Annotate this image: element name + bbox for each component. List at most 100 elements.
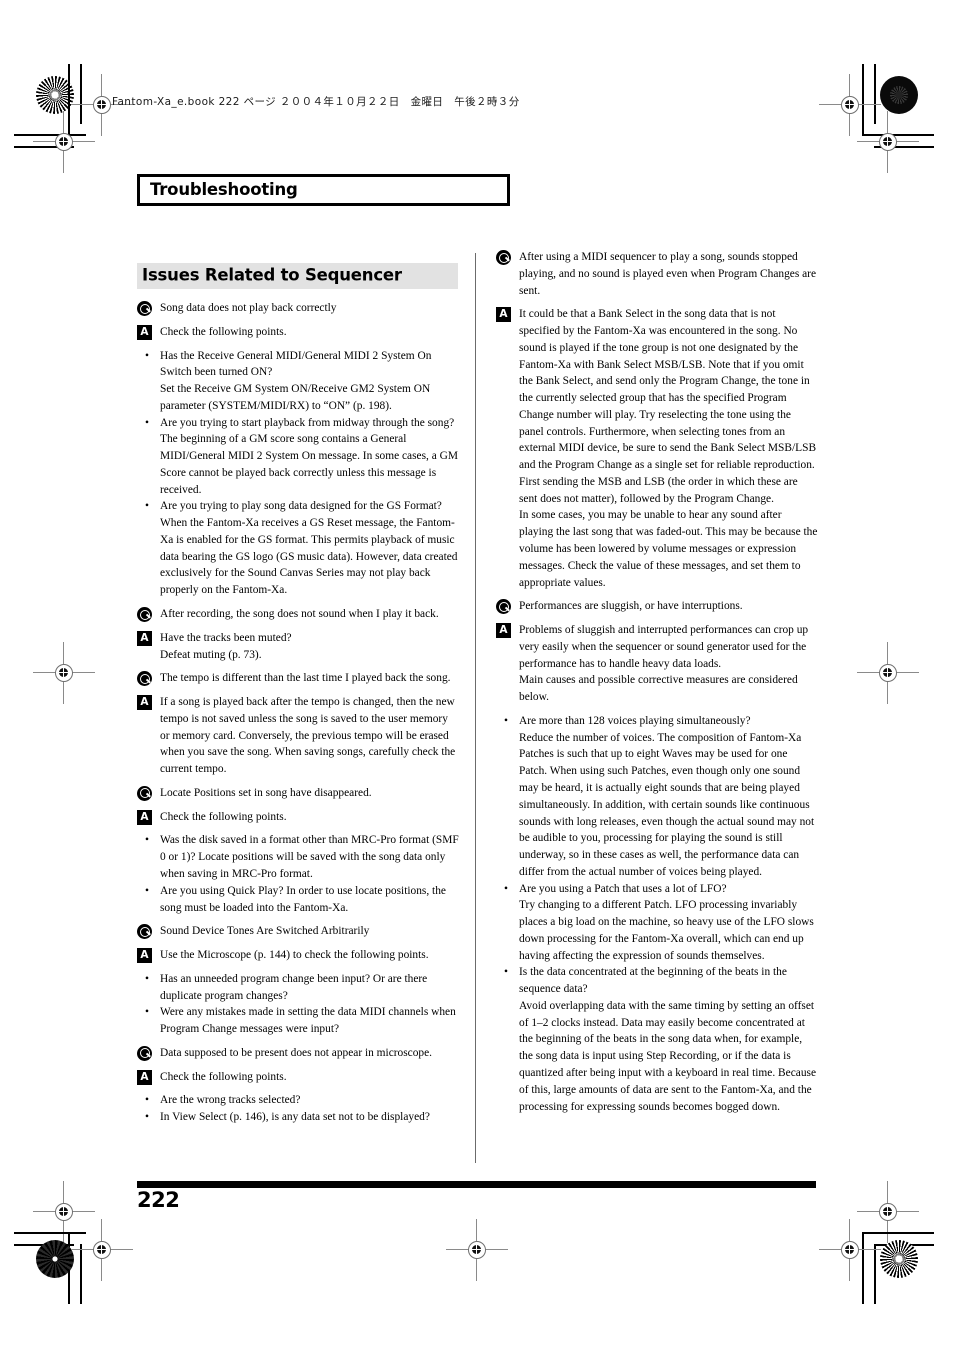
bullet-body-text: Reduce the number of voices. The composi…: [519, 731, 815, 878]
question-badge-icon: [137, 924, 152, 940]
question-text: Sound Device Tones Are Switched Arbitrar…: [160, 925, 370, 938]
question-badge-icon: [137, 671, 152, 687]
footer-rule: [137, 1181, 816, 1188]
question-text: Data supposed to be present does not app…: [160, 1046, 433, 1059]
bullet-body-text: Avoid overlapping data with the same tim…: [519, 999, 816, 1113]
bullet-item: • Has the Receive General MIDI/General MI…: [137, 348, 459, 415]
answer-block: A If a song is played back after the temp…: [137, 694, 459, 778]
answer-text: Use the Microscope (p. 144) to check the…: [160, 949, 429, 962]
bullet-item: • Were any mistakes made in setting the d…: [137, 1004, 459, 1038]
bullet-glyph-icon: •: [145, 834, 149, 847]
column-divider: [475, 253, 476, 1163]
bullet-glyph-icon: •: [145, 416, 149, 429]
section-title-band: Issues Related to Sequencer: [137, 263, 458, 289]
bullet-item: • Are the wrong tracks selected?: [137, 1092, 459, 1109]
section-title: Issues Related to Sequencer: [142, 265, 402, 285]
bullet-list: • Are more than 128 voices playing simult…: [496, 713, 818, 1115]
answer-badge-icon: A: [137, 809, 152, 825]
answer-text: Have the tracks been muted?: [160, 631, 292, 644]
question-badge-icon: [496, 599, 511, 615]
question-text: After using a MIDI sequencer to play a s…: [519, 251, 817, 297]
bullet-body-text: The beginning of a GM score song contain…: [160, 433, 458, 496]
bullet-glyph-icon: •: [504, 966, 508, 979]
question-text: After recording, the song does not sound…: [160, 608, 439, 621]
answer-block: A It could be that a Bank Select in the s…: [496, 306, 818, 591]
bullet-item: • Are you trying to start playback from m…: [137, 415, 459, 499]
bullet-heading-text: Was the disk saved in a format other tha…: [160, 834, 459, 880]
bullet-body-text: Try changing to a different Patch. LFO p…: [519, 899, 814, 962]
bullet-glyph-icon: •: [145, 1006, 149, 1019]
answer-text: If a song is played back after the tempo…: [160, 696, 456, 776]
bullet-body-text: Set the Receive GM System ON/Receive GM2…: [160, 383, 431, 412]
answer-block: A Check the following points.: [137, 809, 459, 826]
question-text: The tempo is different than the last tim…: [160, 672, 451, 685]
bullet-heading-text: Has an unneeded program change been inpu…: [160, 972, 428, 1002]
bullet-item: • Are you using Quick Play? In order to u…: [137, 883, 459, 917]
answer-continuation-text: In some cases, you may be unable to hear…: [519, 509, 818, 589]
bullet-heading-text: Are the wrong tracks selected?: [160, 1094, 301, 1107]
page-number: 222: [137, 1188, 180, 1212]
right-column: After using a MIDI sequencer to play a s…: [496, 249, 818, 1122]
question-block: The tempo is different than the last tim…: [137, 670, 459, 687]
bullet-list: • Has an unneeded program change been inp…: [137, 971, 459, 1038]
answer-block: A Problems of sluggish and interrupted pe…: [496, 622, 818, 706]
bullet-heading-text: In View Select (p. 146), is any data set…: [160, 1111, 430, 1124]
bullet-heading-text: Are you using a Patch that uses a lot of…: [519, 882, 727, 895]
answer-continuation-text: Defeat muting (p. 73).: [160, 648, 262, 661]
answer-block: A Use the Microscope (p. 144) to check th…: [137, 947, 459, 964]
question-badge-icon: [496, 250, 511, 265]
answer-badge-icon: A: [137, 695, 152, 711]
bullet-item: • Was the disk saved in a format other th…: [137, 832, 459, 882]
bullet-glyph-icon: •: [145, 500, 149, 513]
bullet-heading-text: Are you trying to start playback from mi…: [160, 416, 455, 429]
bullet-heading-text: Are you trying to play song data designe…: [160, 500, 442, 513]
bullet-glyph-icon: •: [145, 884, 149, 897]
bullet-item: • Are you trying to play song data design…: [137, 498, 459, 599]
bullet-list: • Was the disk saved in a format other th…: [137, 832, 459, 916]
question-badge-icon: [137, 301, 152, 316]
answer-block: A Check the following points.: [137, 1069, 459, 1086]
bullet-item: • In View Select (p. 146), is any data se…: [137, 1109, 459, 1126]
answer-badge-icon: A: [496, 623, 511, 639]
question-block: Sound Device Tones Are Switched Arbitrar…: [137, 923, 459, 940]
answer-text: Check the following points.: [160, 810, 287, 823]
question-text: Song data does not play back correctly: [160, 302, 337, 314]
bullet-heading-text: Are more than 128 voices playing simulta…: [519, 714, 751, 727]
bullet-item: • Are more than 128 voices playing simult…: [496, 713, 818, 881]
answer-badge-icon: A: [137, 630, 152, 646]
question-block: Locate Positions set in song have disapp…: [137, 785, 459, 802]
bullet-heading-text: Were any mistakes made in setting the da…: [160, 1006, 456, 1036]
bullet-heading-text: Are you using Quick Play? In order to us…: [160, 884, 446, 914]
left-column: Song data does not play back correctly A C…: [137, 300, 459, 1133]
question-badge-icon: [137, 1045, 152, 1061]
answer-block: A Check the following points.: [137, 324, 459, 341]
bullet-glyph-icon: •: [145, 1111, 149, 1124]
question-block: Data supposed to be present does not app…: [137, 1045, 459, 1062]
answer-block: A Have the tracks been muted? Defeat mutin…: [137, 630, 459, 664]
answer-badge-icon: A: [496, 307, 511, 323]
question-badge-icon: [137, 607, 152, 623]
question-block: After recording, the song does not sound…: [137, 606, 459, 623]
question-text: Locate Positions set in song have disapp…: [160, 786, 372, 799]
bullet-glyph-icon: •: [145, 349, 149, 362]
bullet-list: • Has the Receive General MIDI/General MI…: [137, 348, 459, 599]
chapter-title-box: Troubleshooting: [137, 174, 510, 206]
bullet-body-text: When the Fantom-Xa receives a GS Reset m…: [160, 517, 458, 597]
answer-badge-icon: A: [137, 324, 152, 340]
chapter-title: Troubleshooting: [150, 180, 298, 200]
running-head: Fantom-Xa_e.book 222 ページ ２００４年１０月２２日 金曜日…: [112, 96, 520, 108]
manual-page: Fantom-Xa_e.book 222 ページ ２００４年１０月２２日 金曜日…: [0, 0, 954, 1351]
answer-badge-icon: A: [137, 1069, 152, 1085]
bullet-item: • Are you using a Patch that uses a lot o…: [496, 881, 818, 965]
bullet-item: • Has an unneeded program change been inp…: [137, 971, 459, 1005]
bullet-item: • Is the data concentrated at the beginni…: [496, 964, 818, 1115]
answer-badge-icon: A: [137, 948, 152, 964]
bullet-heading-text: Is the data concentrated at the beginnin…: [519, 966, 787, 996]
question-block: After using a MIDI sequencer to play a s…: [496, 249, 818, 299]
bullet-heading-text: Has the Receive General MIDI/General MID…: [160, 349, 432, 379]
bullet-glyph-icon: •: [145, 1094, 149, 1107]
answer-continuation-text: Main causes and possible corrective meas…: [519, 674, 798, 704]
answer-text: It could be that a Bank Select in the so…: [519, 308, 817, 505]
bullet-list: • Are the wrong tracks selected? • In View …: [137, 1092, 459, 1126]
question-block: Performances are sluggish, or have inter…: [496, 598, 818, 615]
